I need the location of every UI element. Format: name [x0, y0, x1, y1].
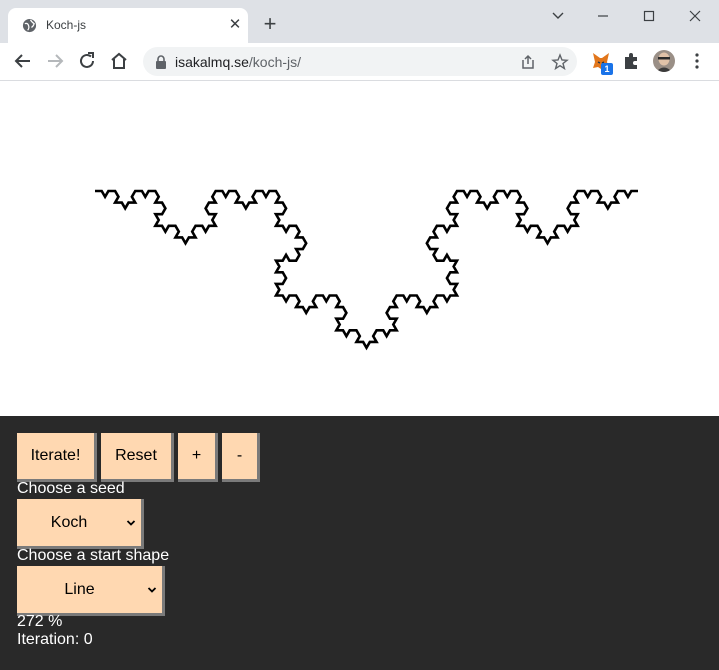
- seed-select[interactable]: Koch: [17, 499, 144, 549]
- start-shape-select[interactable]: Line: [17, 566, 165, 616]
- share-icon[interactable]: [519, 53, 537, 71]
- control-panel: Iterate! Reset + - Choose a seed Koch Ch…: [0, 416, 719, 670]
- start-shape-label: Choose a start shape: [17, 547, 170, 564]
- profile-avatar[interactable]: [653, 50, 675, 72]
- extension-badge: 1: [601, 63, 613, 75]
- chevron-down-icon: [147, 587, 157, 593]
- reload-icon[interactable]: [75, 49, 99, 73]
- bookmark-star-icon[interactable]: [551, 53, 569, 71]
- back-arrow-icon[interactable]: [11, 49, 35, 73]
- globe-icon: [22, 18, 37, 33]
- url-path: /koch-js/: [248, 54, 302, 70]
- zoom-in-button[interactable]: +: [178, 433, 218, 482]
- lock-icon[interactable]: [155, 55, 167, 69]
- tab-title: Koch-js: [46, 18, 87, 32]
- extensions-puzzle-icon[interactable]: [620, 50, 642, 72]
- tab-search-icon[interactable]: [546, 6, 570, 26]
- url-text: isakalmq.se/koch-js/: [175, 54, 301, 70]
- fractal-canvas[interactable]: [0, 81, 719, 416]
- start-shape-select-value: Line: [64, 581, 95, 598]
- koch-fractal-drawing: [95, 189, 638, 351]
- close-tab-icon[interactable]: ✕: [227, 17, 243, 33]
- reset-button[interactable]: Reset: [101, 433, 174, 482]
- url-host: isakalmq.se: [175, 54, 249, 70]
- minimize-icon[interactable]: [591, 6, 615, 26]
- zoom-percent-text: 272 %: [17, 613, 63, 630]
- iterate-button[interactable]: Iterate!: [17, 433, 97, 482]
- fractal-curve: [95, 189, 638, 351]
- browser-toolbar: isakalmq.se/koch-js/: [0, 43, 719, 81]
- browser-tab[interactable]: Koch-js ✕: [8, 8, 248, 43]
- home-icon[interactable]: [107, 49, 131, 73]
- address-bar[interactable]: isakalmq.se/koch-js/: [143, 47, 577, 76]
- maximize-icon[interactable]: [637, 6, 661, 26]
- close-window-icon[interactable]: [683, 6, 707, 26]
- menu-kebab-icon[interactable]: [686, 50, 708, 72]
- tab-strip: Koch-js ✕ +: [0, 0, 719, 43]
- iteration-count-text: Iteration: 0: [17, 631, 93, 648]
- forward-arrow-icon[interactable]: [43, 49, 67, 73]
- new-tab-icon[interactable]: +: [259, 13, 281, 35]
- seed-label: Choose a seed: [17, 480, 125, 497]
- seed-select-value: Koch: [50, 514, 88, 531]
- chevron-down-icon: [126, 520, 136, 526]
- zoom-out-button[interactable]: -: [222, 433, 260, 482]
